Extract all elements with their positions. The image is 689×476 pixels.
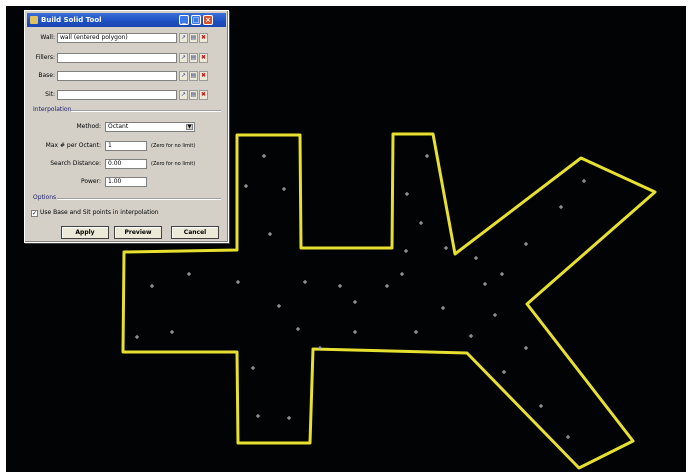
options-section-label: Options bbox=[33, 194, 57, 201]
sit-list-icon[interactable]: ▤ bbox=[189, 90, 198, 100]
point-marker bbox=[256, 414, 260, 418]
minimize-button[interactable]: _ bbox=[179, 15, 189, 25]
point-marker bbox=[244, 184, 248, 188]
point-marker bbox=[282, 187, 286, 191]
method-label: Method: bbox=[76, 123, 101, 130]
point-marker bbox=[150, 284, 154, 288]
point-marker bbox=[262, 154, 266, 158]
point-marker bbox=[524, 242, 528, 246]
options-divider bbox=[57, 198, 221, 200]
build-solid-dialog: Build Solid Tool _ □ × Wall: wall (enter… bbox=[24, 10, 229, 243]
point-marker bbox=[251, 366, 255, 370]
sit-label: Sit: bbox=[45, 91, 55, 98]
point-marker bbox=[268, 232, 272, 236]
search-distance-label: Search Distance: bbox=[50, 160, 101, 167]
title-bar[interactable]: Build Solid Tool _ □ × bbox=[27, 13, 226, 27]
point-marker bbox=[414, 330, 418, 334]
method-select[interactable]: Octant ▼ bbox=[105, 122, 195, 132]
sit-clear-icon[interactable]: ✖ bbox=[199, 90, 208, 100]
point-marker bbox=[539, 404, 543, 408]
point-marker bbox=[474, 256, 478, 260]
point-marker bbox=[441, 306, 445, 310]
base-pick-icon[interactable]: ↗ bbox=[179, 71, 188, 81]
point-marker bbox=[296, 327, 300, 331]
max-per-octant-hint: (Zero for no limit) bbox=[151, 143, 196, 149]
point-marker bbox=[419, 221, 423, 225]
sit-field[interactable] bbox=[57, 90, 177, 100]
point-marker bbox=[524, 346, 528, 350]
fillers-field[interactable] bbox=[57, 53, 177, 63]
point-marker bbox=[425, 154, 429, 158]
point-marker bbox=[493, 313, 497, 317]
point-marker bbox=[582, 179, 586, 183]
point-marker bbox=[135, 335, 139, 339]
use-base-sit-checkbox[interactable]: ✓ bbox=[31, 210, 38, 217]
max-per-octant-label: Max # per Octant: bbox=[45, 142, 101, 149]
point-marker bbox=[400, 272, 404, 276]
wall-clear-icon[interactable]: ✖ bbox=[199, 33, 208, 43]
point-marker bbox=[353, 330, 357, 334]
point-marker bbox=[170, 330, 174, 334]
fillers-label: Fillers: bbox=[35, 54, 55, 61]
base-label: Base: bbox=[38, 72, 55, 79]
point-marker bbox=[566, 435, 570, 439]
fillers-pick-icon[interactable]: ↗ bbox=[179, 53, 188, 63]
point-marker bbox=[303, 280, 307, 284]
point-marker bbox=[353, 300, 357, 304]
use-base-sit-label: Use Base and Sit points in interpolation bbox=[40, 209, 159, 216]
close-button[interactable]: × bbox=[203, 15, 213, 25]
point-marker bbox=[483, 282, 487, 286]
point-marker bbox=[277, 304, 281, 308]
interpolation-divider bbox=[71, 110, 221, 112]
point-marker bbox=[444, 246, 448, 250]
wall-label: Wall: bbox=[40, 34, 55, 41]
chevron-down-icon[interactable]: ▼ bbox=[186, 124, 193, 130]
point-marker bbox=[559, 205, 563, 209]
point-marker bbox=[236, 280, 240, 284]
point-marker bbox=[338, 284, 342, 288]
base-field[interactable] bbox=[57, 71, 177, 81]
fillers-clear-icon[interactable]: ✖ bbox=[199, 53, 208, 63]
cancel-button[interactable]: Cancel bbox=[171, 226, 219, 239]
search-distance-hint: (Zero for no limit) bbox=[151, 161, 196, 167]
window-title: Build Solid Tool bbox=[41, 16, 102, 24]
point-marker bbox=[385, 284, 389, 288]
search-distance-field[interactable]: 0.00 bbox=[105, 159, 147, 169]
apply-button[interactable]: Apply bbox=[61, 226, 109, 239]
point-marker bbox=[287, 416, 291, 420]
wall-list-icon[interactable]: ▤ bbox=[189, 33, 198, 43]
wall-pick-icon[interactable]: ↗ bbox=[179, 33, 188, 43]
wall-field[interactable]: wall (entered polygon) bbox=[57, 33, 177, 43]
maximize-button[interactable]: □ bbox=[191, 15, 201, 25]
point-marker bbox=[502, 370, 506, 374]
point-marker bbox=[500, 272, 504, 276]
base-list-icon[interactable]: ▤ bbox=[189, 71, 198, 81]
max-per-octant-field[interactable]: 1 bbox=[105, 141, 147, 151]
interpolation-section-label: Interpolation bbox=[33, 106, 72, 113]
base-clear-icon[interactable]: ✖ bbox=[199, 71, 208, 81]
point-marker bbox=[187, 272, 191, 276]
power-field[interactable]: 1.00 bbox=[105, 177, 147, 187]
sit-pick-icon[interactable]: ↗ bbox=[179, 90, 188, 100]
point-marker bbox=[469, 334, 473, 338]
preview-button[interactable]: Preview bbox=[114, 226, 162, 239]
app-icon bbox=[30, 16, 38, 24]
power-label: Power: bbox=[80, 178, 101, 185]
point-marker bbox=[405, 192, 409, 196]
method-value: Octant bbox=[108, 123, 129, 130]
fillers-list-icon[interactable]: ▤ bbox=[189, 53, 198, 63]
point-marker bbox=[404, 249, 408, 253]
